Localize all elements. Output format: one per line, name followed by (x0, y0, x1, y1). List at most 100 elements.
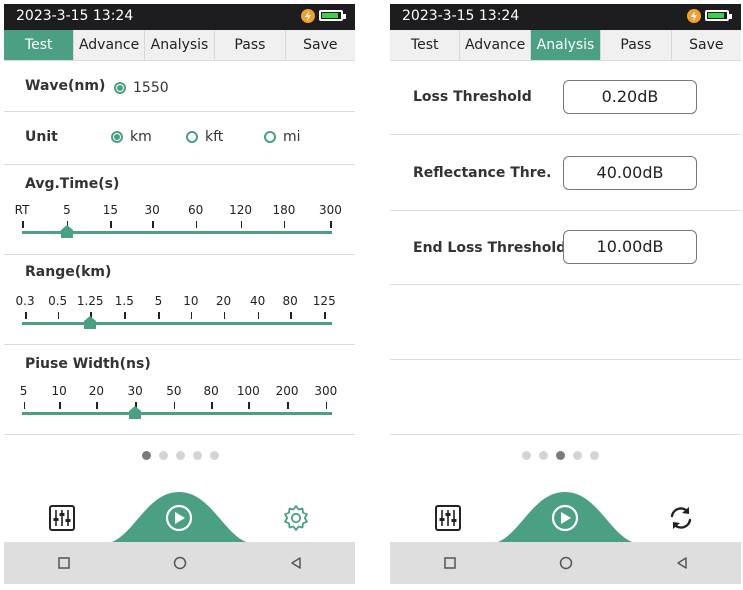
reflectance-threshold-field[interactable]: 40.00dB (563, 156, 697, 190)
tab-test[interactable]: Test (390, 30, 461, 60)
back-triangle-icon[interactable] (673, 554, 691, 572)
tick-label: 180 (272, 203, 296, 217)
tick-mark (290, 312, 292, 319)
divider (4, 111, 355, 112)
tick-label: 300 (318, 203, 342, 217)
wave-radio-1550[interactable]: 1550 (114, 80, 169, 96)
tick-label: 1.25 (76, 294, 104, 308)
page-dot (142, 451, 151, 460)
range-label: Range(km) (25, 264, 112, 280)
square-icon[interactable] (55, 554, 73, 572)
slider-track[interactable] (22, 412, 332, 415)
system-nav-bar (4, 542, 355, 584)
circle-icon[interactable] (557, 554, 575, 572)
tab-advance[interactable]: Advance (74, 30, 145, 60)
tick-mark (324, 312, 326, 319)
divider (390, 434, 741, 435)
unit-radio-mi[interactable]: mi (264, 129, 301, 145)
page-dot (556, 451, 565, 460)
slider-tick-labels: RT 5 15 30 60 120 180 300 (15, 203, 342, 219)
slider-ticks (22, 402, 332, 410)
circle-icon[interactable] (171, 554, 189, 572)
end-loss-threshold-field[interactable]: 10.00dB (563, 230, 697, 264)
tick-label: 0.5 (48, 294, 68, 308)
radio-checked-icon (114, 82, 126, 94)
tick-mark (152, 221, 154, 228)
tick-mark (248, 402, 250, 409)
loss-threshold-field[interactable]: 0.20dB (563, 80, 697, 114)
reflectance-threshold-label: Reflectance Thre. (413, 165, 552, 181)
page-dot (522, 451, 531, 460)
unit-radio-km[interactable]: km (111, 129, 152, 145)
tab-analysis[interactable]: Analysis (530, 30, 602, 60)
tab-analysis[interactable]: Analysis (145, 30, 216, 60)
tick-mark (287, 402, 289, 409)
tick-label: 5 (154, 294, 163, 308)
tick-label: 60 (187, 203, 204, 217)
tick-mark (23, 402, 26, 409)
divider (390, 134, 741, 135)
equalizer-icon[interactable] (48, 504, 76, 532)
equalizer-icon[interactable] (434, 504, 462, 532)
tab-pass[interactable]: Pass (215, 30, 286, 60)
radio-unchecked-icon (264, 131, 276, 143)
tick-mark (22, 221, 24, 228)
battery-icon (319, 10, 346, 21)
status-time: 2023-3-15 13:24 (402, 8, 520, 24)
tick-label: 120 (229, 203, 252, 217)
wave-option-label: 1550 (133, 80, 169, 96)
tick-label: 30 (144, 203, 160, 217)
start-test-button[interactable] (488, 488, 642, 544)
tick-label: 10 (183, 294, 199, 308)
pulse-width-label: Piuse Width(ns) (25, 356, 151, 372)
tick-mark (195, 221, 198, 228)
battery-icon (705, 10, 732, 21)
tab-save[interactable]: Save (672, 30, 741, 60)
tick-mark (211, 402, 213, 409)
tab-pass[interactable]: Pass (601, 30, 672, 60)
tab-test[interactable]: Test (4, 30, 75, 60)
gear-icon[interactable] (282, 504, 310, 532)
square-icon[interactable] (441, 554, 459, 572)
tick-label: 1.5 (114, 294, 134, 308)
analysis-screen: 2023-3-15 13:24 Test Advance Analysis Pa… (390, 4, 741, 584)
unit-option-label: kft (205, 129, 224, 145)
slider-track[interactable] (22, 322, 332, 325)
tick-label: 80 (282, 294, 298, 308)
tab-bar: Test Advance Analysis Pass Save (4, 30, 355, 61)
tick-label: RT (14, 203, 30, 217)
page-dot (159, 451, 168, 460)
page-indicator (522, 451, 599, 460)
divider (390, 210, 741, 211)
page-dot (176, 451, 185, 460)
tick-label: 200 (275, 384, 299, 398)
tick-mark (283, 221, 286, 228)
tick-label: 125 (312, 294, 336, 308)
tick-mark (173, 402, 176, 409)
page-indicator (142, 451, 219, 460)
unit-radio-kft[interactable]: kft (186, 129, 223, 145)
tick-mark (223, 312, 225, 319)
tick-label: 20 (215, 294, 232, 308)
unit-option-label: mi (283, 129, 301, 145)
page-dot (193, 451, 202, 460)
refresh-icon[interactable] (667, 504, 695, 532)
page-dot (539, 451, 548, 460)
divider (4, 254, 355, 255)
divider (390, 359, 741, 360)
tab-bar: Test Advance Analysis Pass Save (390, 30, 741, 61)
end-loss-threshold-label: End Loss Threshold (413, 240, 567, 256)
slider-thumb[interactable] (60, 225, 73, 238)
slider-thumb[interactable] (129, 406, 142, 419)
tick-mark (110, 221, 112, 228)
page-dot (210, 451, 219, 460)
test-screen: 2023-3-15 13:24 Test Advance Analysis Pa… (4, 4, 355, 584)
back-triangle-icon[interactable] (287, 554, 305, 572)
tab-advance[interactable]: Advance (460, 30, 531, 60)
tick-label: 5 (19, 384, 28, 398)
slider-thumb[interactable] (84, 316, 97, 329)
tab-save[interactable]: Save (286, 30, 355, 60)
start-test-button[interactable] (102, 488, 256, 544)
tick-label: 80 (203, 384, 219, 398)
tick-label: 50 (166, 384, 182, 398)
